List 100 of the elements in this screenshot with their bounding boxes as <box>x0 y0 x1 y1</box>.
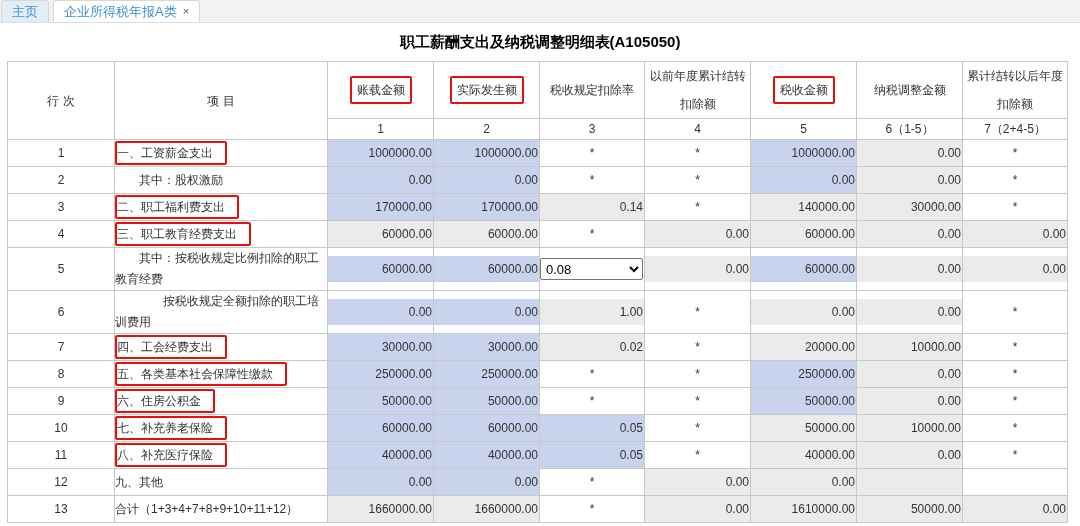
not-applicable-mark: * <box>695 447 700 464</box>
column-number: 1 <box>377 122 384 136</box>
row-number: 7 <box>57 340 65 354</box>
input-cell[interactable]: 1000000.00 <box>328 140 433 166</box>
computed-cell: 50000.00 <box>751 415 856 441</box>
computed-cell: 0.00 <box>963 256 1067 282</box>
input-cell[interactable]: 60000.00 <box>434 415 539 441</box>
input-cell[interactable]: 0.00 <box>434 299 539 325</box>
not-applicable-mark: * <box>589 366 595 383</box>
column-header: 实际发生额 <box>449 76 524 104</box>
not-applicable-mark: * <box>589 501 595 518</box>
input-cell[interactable]: 60000.00 <box>434 256 539 282</box>
row-number: 3 <box>57 200 65 214</box>
not-applicable-mark: * <box>1012 199 1018 216</box>
input-cell[interactable]: 0.00 <box>328 469 433 495</box>
computed-cell: 0.00 <box>857 388 962 414</box>
not-applicable-mark: * <box>1012 393 1018 410</box>
input-cell[interactable]: 30000.00 <box>328 334 433 360</box>
computed-cell: 140000.00 <box>751 194 856 220</box>
input-cell[interactable]: 60000.00 <box>328 415 433 441</box>
not-applicable-mark: * <box>695 172 700 189</box>
computed-cell: 1.00 <box>540 299 644 325</box>
computed-cell: 60000.00 <box>328 221 433 247</box>
not-applicable-mark: * <box>1012 339 1018 356</box>
input-cell[interactable]: 0.00 <box>434 469 539 495</box>
not-applicable-mark: * <box>695 304 700 321</box>
not-applicable-mark: * <box>1012 172 1018 189</box>
input-cell[interactable]: 0.00 <box>751 167 856 193</box>
computed-cell: 1660000.00 <box>328 496 433 522</box>
input-cell[interactable]: 50000.00 <box>434 388 539 414</box>
column-header: 行 次 <box>47 92 75 110</box>
computed-cell: 0.00 <box>857 221 962 247</box>
input-cell[interactable]: 250000.00 <box>328 361 433 387</box>
row-number: 1 <box>57 146 65 160</box>
row-number: 4 <box>57 227 65 241</box>
computed-cell: 0.00 <box>751 469 856 495</box>
not-applicable-mark: * <box>695 199 700 216</box>
computed-cell: 40000.00 <box>751 442 856 468</box>
column-header: 税收金额 <box>772 76 835 104</box>
close-button[interactable]: × <box>182 3 190 20</box>
input-cell[interactable]: 0.00 <box>328 167 433 193</box>
computed-cell: 0.00 <box>645 496 750 522</box>
not-applicable-mark: * <box>1012 145 1018 162</box>
computed-cell: 0.00 <box>857 442 962 468</box>
input-cell[interactable]: 170000.00 <box>328 194 433 220</box>
input-cell[interactable]: 1000000.00 <box>751 140 856 166</box>
computed-cell: 50000.00 <box>857 496 962 522</box>
item-label: 其中：股权激励 <box>138 171 224 189</box>
computed-cell: 60000.00 <box>434 221 539 247</box>
item-label: 八、补充医疗保险 <box>115 443 227 467</box>
not-applicable-mark: * <box>589 393 595 410</box>
computed-cell: 10000.00 <box>857 415 962 441</box>
input-cell[interactable]: 50000.00 <box>751 388 856 414</box>
item-label: 四、工会经费支出 <box>115 335 227 359</box>
computed-cell: 20000.00 <box>751 334 856 360</box>
input-cell[interactable]: 40000.00 <box>328 442 433 468</box>
rate-dropdown[interactable]: 0.08 <box>540 258 643 280</box>
column-header: 以前年度累计结转扣除额 <box>648 68 747 113</box>
row-number: 9 <box>57 394 65 408</box>
input-cell[interactable]: 0.05 <box>540 415 644 441</box>
computed-cell: 0.00 <box>963 496 1067 522</box>
input-cell[interactable]: 170000.00 <box>434 194 539 220</box>
row-number: 6 <box>57 305 65 319</box>
item-label: 二、职工福利费支出 <box>115 195 239 219</box>
computed-cell: 1610000.00 <box>751 496 856 522</box>
input-cell[interactable]: 0.00 <box>434 167 539 193</box>
item-label: 五、各类基本社会保障性缴款 <box>115 362 287 386</box>
input-cell[interactable]: 50000.00 <box>328 388 433 414</box>
computed-cell: 0.00 <box>857 140 962 166</box>
row-number: 13 <box>54 502 68 516</box>
input-cell[interactable]: 250000.00 <box>434 361 539 387</box>
computed-cell: 0.00 <box>645 469 750 495</box>
item-label: 按税收规定全额扣除的职工培训费用 <box>115 293 320 331</box>
input-cell[interactable]: 1000000.00 <box>434 140 539 166</box>
input-cell[interactable]: 0.05 <box>540 442 644 468</box>
row-number: 8 <box>57 367 65 381</box>
input-cell[interactable]: 250000.00 <box>751 361 856 387</box>
not-applicable-mark: * <box>1012 304 1018 321</box>
row-number: 5 <box>57 262 65 276</box>
item-label: 三、职工教育经费支出 <box>115 222 251 246</box>
input-cell[interactable]: 40000.00 <box>434 442 539 468</box>
not-applicable-mark: * <box>1012 420 1018 437</box>
computed-cell: 0.00 <box>857 361 962 387</box>
column-header: 项 目 <box>207 92 235 110</box>
computed-cell: 0.00 <box>963 221 1067 247</box>
computed-cell: 0.00 <box>857 256 962 282</box>
computed-cell: 0.02 <box>540 334 644 360</box>
not-applicable-mark: * <box>1012 366 1018 383</box>
column-number: 3 <box>588 122 596 136</box>
computed-cell: 0.00 <box>857 167 962 193</box>
input-cell[interactable]: 30000.00 <box>434 334 539 360</box>
computed-cell: 30000.00 <box>857 194 962 220</box>
not-applicable-mark: * <box>695 339 700 356</box>
input-cell[interactable]: 0.00 <box>328 299 433 325</box>
computed-cell: 0.00 <box>645 221 750 247</box>
tab[interactable]: 企业所得税年报A类 × <box>53 0 201 22</box>
input-cell[interactable]: 60000.00 <box>751 256 856 282</box>
input-cell[interactable]: 60000.00 <box>328 256 433 282</box>
column-header: 纳税调整金额 <box>873 82 946 99</box>
not-applicable-mark: * <box>589 474 595 491</box>
